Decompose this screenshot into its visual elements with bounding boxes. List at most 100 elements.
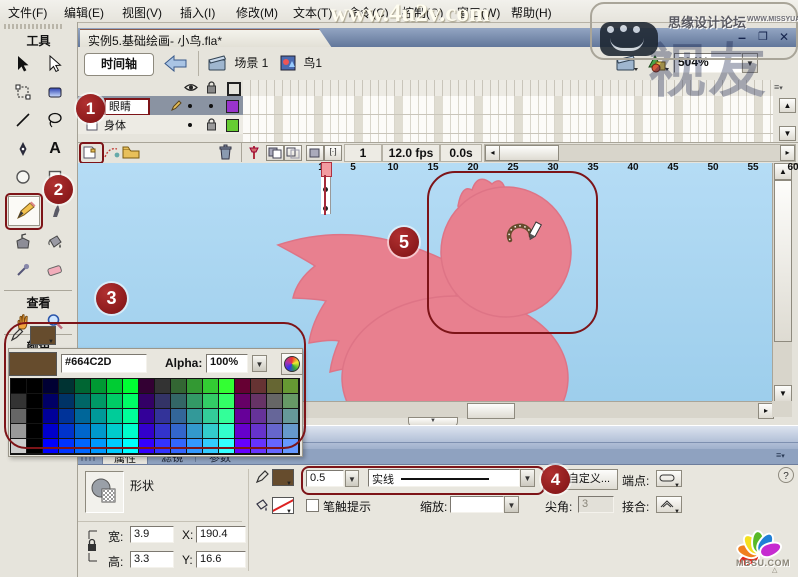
line-tool[interactable] (9, 108, 37, 132)
layer-eyes-visible-dot[interactable] (188, 104, 192, 108)
scene-breadcrumb[interactable]: 场景 1 (208, 54, 268, 74)
shape-preview-box (85, 471, 124, 513)
layer-row-body[interactable]: 身体 (78, 115, 243, 135)
layer-header (78, 80, 243, 97)
playhead-line[interactable] (324, 175, 326, 215)
symbol-breadcrumb[interactable]: 鸟1 (280, 54, 322, 74)
menu-insert[interactable]: 插入(I) (180, 4, 215, 21)
timeline-vscroll-up-arrow[interactable]: ▲ (779, 98, 796, 113)
cap-style-arrow[interactable]: ▼ (674, 483, 680, 489)
tools-panel: 工具 A 查看 颜色 (0, 22, 78, 577)
eyedropper-icon (17, 263, 30, 276)
frame-rate-display[interactable]: 12.0 fps (382, 144, 440, 162)
timeline-bottom-bar: [·] 1 12.0 fps 0.0s ◂ ▸ (78, 142, 798, 164)
toolbar-gripper[interactable] (4, 24, 64, 29)
canvas-vscroll-thumb[interactable] (774, 180, 792, 342)
keyframe-cell-layer1[interactable] (321, 176, 331, 195)
flash-app-window: 文件(F) 编辑(E) 视图(V) 插入(I) 修改(M) 文本(T) 命令(C… (0, 0, 798, 577)
back-arrow-icon (164, 54, 187, 73)
annotation-step-4-label: 4 (550, 470, 561, 489)
timeline-toggle-button[interactable]: 时间轴 (84, 53, 154, 76)
free-transform-tool[interactable] (9, 80, 37, 104)
annotation-step-2-label: 2 (53, 180, 64, 199)
width-input[interactable]: 3.9 (130, 526, 174, 543)
y-input[interactable]: 16.6 (196, 551, 246, 568)
stroke-color-swatch-arrow[interactable]: ▼ (286, 481, 292, 487)
delete-layer-trash-button[interactable] (218, 144, 233, 160)
layer-eyes-outline-swatch[interactable] (226, 100, 239, 113)
canvas-vscroll-track[interactable]: ▲ ▼ (772, 163, 792, 402)
miter-input[interactable]: 3 (578, 496, 614, 513)
help-icon[interactable]: ? (778, 467, 794, 483)
stroke-hint-checkbox[interactable] (306, 499, 319, 512)
layer-eyes-lock-dot[interactable] (209, 104, 213, 108)
eraser-tool[interactable] (41, 258, 69, 282)
width-value: 3.9 (134, 528, 150, 540)
lasso-icon (48, 112, 62, 128)
x-label: X: (182, 528, 194, 542)
lasso-tool[interactable] (41, 108, 69, 132)
timeline-hscroll-left-arrow[interactable]: ◂ (485, 145, 500, 161)
canvas-vscroll-down-arrow[interactable]: ▼ (774, 385, 792, 402)
current-frame-display: 1 (344, 144, 382, 162)
menu-modify[interactable]: 修改(M) (236, 4, 278, 21)
selection-tool[interactable] (9, 52, 37, 76)
timeline-panel-menu-icon[interactable]: ≡▾ (774, 82, 794, 94)
canvas-hscroll-thumb[interactable] (467, 403, 515, 419)
ink-bottle-tool[interactable] (9, 230, 37, 254)
document-tab[interactable]: 实例5.基础绘画- 小鸟.fla* (80, 29, 332, 48)
forum-watermark-box: 思缘设计论坛 WWW.MISSYUAN.COM (590, 2, 798, 60)
insert-folder-button[interactable] (122, 145, 140, 159)
playhead-frame-marker[interactable] (321, 162, 332, 177)
ruler-number: 45 (667, 162, 679, 173)
paint-bucket-tool[interactable] (41, 230, 69, 254)
join-style-arrow[interactable]: ▼ (674, 509, 680, 515)
layer-list-empty (78, 134, 243, 142)
pen-tool[interactable] (9, 137, 37, 161)
timeline-hscroll-right-arrow[interactable]: ▸ (780, 145, 795, 161)
back-arrow-button[interactable] (162, 52, 190, 75)
edit-multiple-frames-button[interactable] (306, 145, 324, 161)
timeline-hscroll-thumb[interactable] (499, 145, 559, 161)
gradient-transform-tool[interactable] (41, 80, 69, 104)
ruler-number: 55 (747, 162, 759, 173)
eye-icon[interactable] (184, 82, 198, 93)
forum-name: 思缘设计论坛 (668, 15, 747, 30)
constrain-lock-icon[interactable] (85, 527, 99, 565)
onion-outline-button[interactable] (284, 145, 302, 161)
fill-bucket-icon (256, 499, 268, 511)
annotation-step-5: 5 (389, 227, 419, 257)
subselection-tool[interactable] (41, 52, 69, 76)
menu-text[interactable]: 文本(T) (293, 4, 332, 21)
height-input[interactable]: 3.3 (130, 551, 174, 568)
onion-skin-button[interactable] (266, 145, 284, 161)
menu-view[interactable]: 视图(V) (122, 4, 162, 21)
scale-dropdown[interactable] (450, 496, 504, 513)
annotation-box-stroke-controls (301, 466, 545, 495)
annotation-step-3: 3 (96, 283, 127, 314)
menu-file[interactable]: 文件(F) (8, 4, 47, 21)
fill-color-swatch-arrow[interactable]: ▼ (286, 509, 292, 515)
keyframe-cell-layer2[interactable] (321, 195, 331, 214)
scale-dropdown-button[interactable]: ▼ (504, 496, 519, 513)
add-motion-guide-button[interactable] (103, 145, 120, 159)
layer-body-outline-swatch[interactable] (226, 119, 239, 132)
x-input[interactable]: 190.4 (196, 526, 246, 543)
center-frame-button[interactable] (248, 145, 260, 160)
oval-tool[interactable] (9, 165, 37, 189)
lock-icon[interactable] (206, 81, 217, 94)
layer-eyes-name-box[interactable]: 眼睛 (104, 98, 150, 116)
timeline-vscroll-down-arrow[interactable]: ▼ (779, 126, 796, 141)
menu-edit[interactable]: 编辑(E) (64, 4, 104, 21)
modify-onion-markers-button[interactable]: [·] (324, 145, 342, 161)
outline-icon[interactable] (227, 82, 241, 96)
text-tool[interactable]: A (41, 137, 69, 161)
timeline-hscroll-track[interactable]: ◂ ▸ (484, 144, 796, 162)
properties-panel-menu-icon[interactable]: ≡▾ (776, 450, 785, 460)
forum-url: WWW.MISSYUAN.COM (747, 16, 798, 23)
ruler-number: 35 (587, 162, 599, 173)
eyedropper-tool[interactable] (9, 258, 37, 282)
timeline-toggle-label: 时间轴 (100, 57, 137, 71)
layer-body-lock-icon[interactable] (206, 118, 217, 131)
layer-body-visible-dot[interactable] (188, 123, 192, 127)
